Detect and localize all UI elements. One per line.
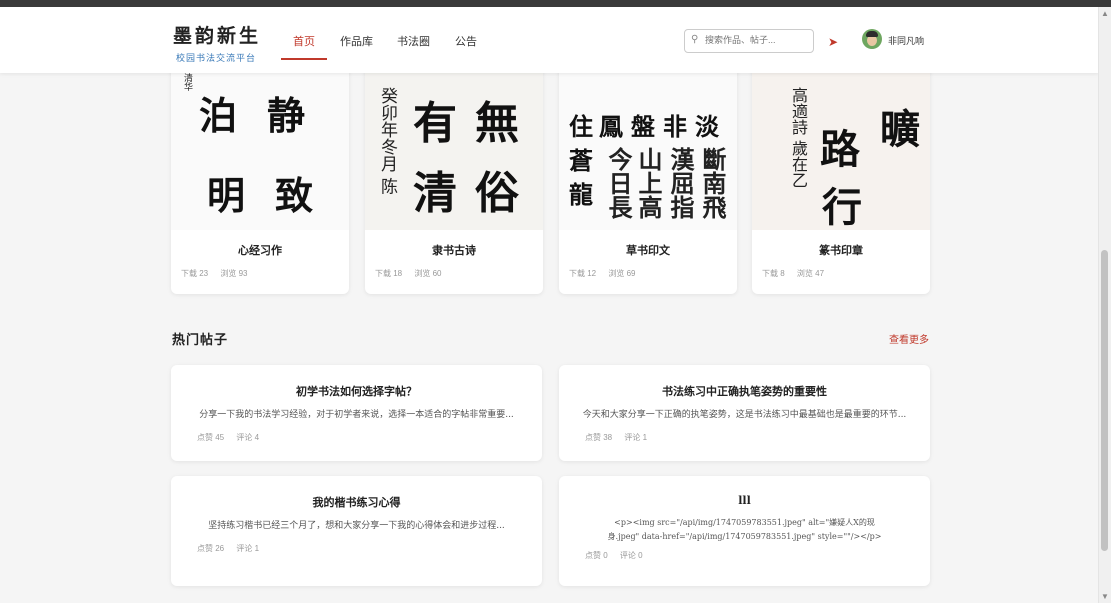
- vertical-scrollbar[interactable]: ▲ ▼: [1098, 7, 1111, 603]
- work-char: 非: [663, 112, 687, 141]
- post-meta: 点赞 0 评论 0: [585, 550, 930, 561]
- work-title[interactable]: 隶书古诗: [365, 242, 543, 258]
- nav-announcements[interactable]: 公告: [455, 33, 477, 49]
- work-card[interactable]: 癸卯年冬月 陈 有 無 清 俗 隶书古诗 下载 18 浏览 60: [365, 47, 543, 294]
- post-title[interactable]: 初学书法如何选择字帖？: [171, 383, 542, 399]
- work-side-text: 高適詩 歲在乙: [789, 87, 808, 189]
- post-meta: 点赞 38 评论 1: [585, 432, 930, 443]
- download-count: 下载 23: [181, 269, 209, 278]
- browser-top-strip: [0, 0, 1111, 7]
- work-text-column: 山上高: [634, 147, 663, 219]
- page-viewport: 甲戌清华 泊 静 明 致 心经习作 下载 23 浏览 93 癸卯年冬月 陈 有 …: [0, 7, 1099, 603]
- work-char: 淡: [695, 112, 719, 141]
- comment-count: 评论 1: [624, 433, 648, 442]
- like-count: 点赞 0: [585, 551, 608, 560]
- site-header: 墨韵新生 校园书法交流平台 首页 作品库 书法圈 公告 ⚲ ➤ 非同凡响: [0, 7, 1099, 73]
- work-char: 鳳: [599, 112, 623, 141]
- post-excerpt: <p><img src="/api/img/1747059783551.jpeg…: [607, 518, 882, 541]
- download-count: 下载 18: [375, 269, 403, 278]
- comment-count: 评论 0: [619, 551, 643, 560]
- send-icon[interactable]: ➤: [828, 35, 838, 49]
- work-card[interactable]: 淡 非 盤 鳳 住 蒼 龍 今日長 山上高 漢屈指 斷南飛 草书印文 下载 12…: [559, 47, 737, 294]
- view-count: 浏览 60: [414, 269, 442, 278]
- post-title[interactable]: 我的楷书练习心得: [171, 494, 542, 510]
- work-card[interactable]: 高適詩 歲在乙 曠 路 行 篆书印章 下载 8 浏览 47: [752, 47, 930, 294]
- work-meta: 下载 23 浏览 93: [181, 268, 349, 279]
- work-char: 泊: [199, 93, 238, 138]
- post-excerpt: 今天和大家分享一下正确的执笔姿势，这是书法练习中最基础也是最重要的环节...: [582, 410, 907, 420]
- view-count: 浏览 47: [796, 269, 825, 278]
- post-meta: 点赞 26 评论 1: [197, 543, 542, 554]
- work-side-text: 甲戌清华: [182, 55, 192, 91]
- work-title[interactable]: 草书印文: [559, 242, 737, 258]
- search-input[interactable]: [705, 33, 805, 47]
- like-count: 点赞 38: [585, 433, 613, 442]
- post-meta: 点赞 45 评论 4: [197, 432, 542, 443]
- view-count: 浏览 69: [608, 269, 636, 278]
- work-char: 蒼: [569, 146, 593, 175]
- see-more-link[interactable]: 查看更多: [889, 331, 929, 346]
- work-char: 住: [569, 112, 593, 141]
- like-count: 点赞 26: [197, 544, 225, 553]
- username[interactable]: 非同凡响: [888, 34, 924, 47]
- work-text-column: 漢屈指: [666, 147, 695, 219]
- work-char: 路: [820, 126, 860, 173]
- work-card[interactable]: 甲戌清华 泊 静 明 致 心经习作 下载 23 浏览 93: [171, 47, 349, 294]
- comment-count: 评论 1: [236, 544, 260, 553]
- post-excerpt: 坚持练习楷书已经三个月了，想和大家分享一下我的心得体会和进步过程...: [208, 521, 505, 531]
- work-image: 甲戌清华 泊 静 明 致: [171, 47, 349, 230]
- work-char: 俗: [475, 168, 519, 219]
- post-excerpt: 分享一下我的书法学习经验，对于初学者来说，选择一本适合的字帖非常重要...: [199, 410, 514, 420]
- nav-active-indicator: [281, 58, 327, 60]
- work-char: 行: [822, 184, 862, 230]
- work-title[interactable]: 心经习作: [171, 242, 349, 258]
- work-meta: 下载 18 浏览 60: [375, 268, 543, 279]
- nav-calligraphy-circle[interactable]: 书法圈: [397, 33, 430, 49]
- work-char: 致: [275, 173, 314, 218]
- nav-works-library[interactable]: 作品库: [340, 33, 373, 49]
- work-image: 癸卯年冬月 陈 有 無 清 俗: [365, 47, 543, 230]
- work-image: 淡 非 盤 鳳 住 蒼 龍 今日長 山上高 漢屈指 斷南飛: [559, 47, 737, 230]
- work-image: 高適詩 歲在乙 曠 路 行: [752, 47, 930, 230]
- site-logo-subtitle: 校园书法交流平台: [176, 54, 257, 64]
- post-card[interactable]: 初学书法如何选择字帖？ 分享一下我的书法学习经验，对于初学者来说，选择一本适合的…: [171, 365, 542, 461]
- search-icon: ⚲: [691, 34, 699, 45]
- work-char: 無: [475, 98, 519, 149]
- post-card[interactable]: 我的楷书练习心得 坚持练习楷书已经三个月了，想和大家分享一下我的心得体会和进步过…: [171, 476, 542, 586]
- avatar[interactable]: [862, 29, 882, 49]
- hot-posts-title: 热门帖子: [172, 333, 229, 348]
- search-box[interactable]: ⚲: [684, 29, 814, 53]
- post-title[interactable]: lll: [559, 494, 930, 507]
- work-char: 明: [207, 173, 246, 218]
- work-char: 盤: [631, 112, 655, 141]
- like-count: 点赞 45: [197, 433, 225, 442]
- nav-home[interactable]: 首页: [293, 33, 315, 49]
- scroll-up-icon[interactable]: ▲: [1101, 9, 1109, 18]
- view-count: 浏览 93: [220, 269, 248, 278]
- work-title[interactable]: 篆书印章: [752, 242, 930, 258]
- site-logo-title[interactable]: 墨韵新生: [173, 21, 261, 48]
- work-char: 清: [413, 168, 457, 219]
- download-count: 下载 12: [569, 269, 597, 278]
- post-title[interactable]: 书法练习中正确执笔姿势的重要性: [559, 383, 930, 399]
- download-count: 下载 8: [762, 269, 785, 278]
- work-char: 龍: [569, 180, 593, 209]
- avatar-hair: [866, 31, 878, 37]
- work-text-column: 斷南飛: [698, 147, 727, 219]
- work-meta: 下载 8 浏览 47: [762, 268, 930, 279]
- work-char: 曠: [880, 106, 920, 153]
- work-side-text: 癸卯年冬月 陈: [377, 87, 397, 195]
- comment-count: 评论 4: [236, 433, 260, 442]
- post-card[interactable]: lll <p><img src="/api/img/1747059783551.…: [559, 476, 930, 586]
- scroll-down-icon[interactable]: ▼: [1101, 592, 1109, 601]
- scrollbar-thumb[interactable]: [1101, 250, 1108, 551]
- work-meta: 下载 12 浏览 69: [569, 268, 737, 279]
- post-card[interactable]: 书法练习中正确执笔姿势的重要性 今天和大家分享一下正确的执笔姿势，这是书法练习中…: [559, 365, 930, 461]
- work-char: 静: [267, 93, 306, 138]
- work-char: 有: [413, 98, 457, 149]
